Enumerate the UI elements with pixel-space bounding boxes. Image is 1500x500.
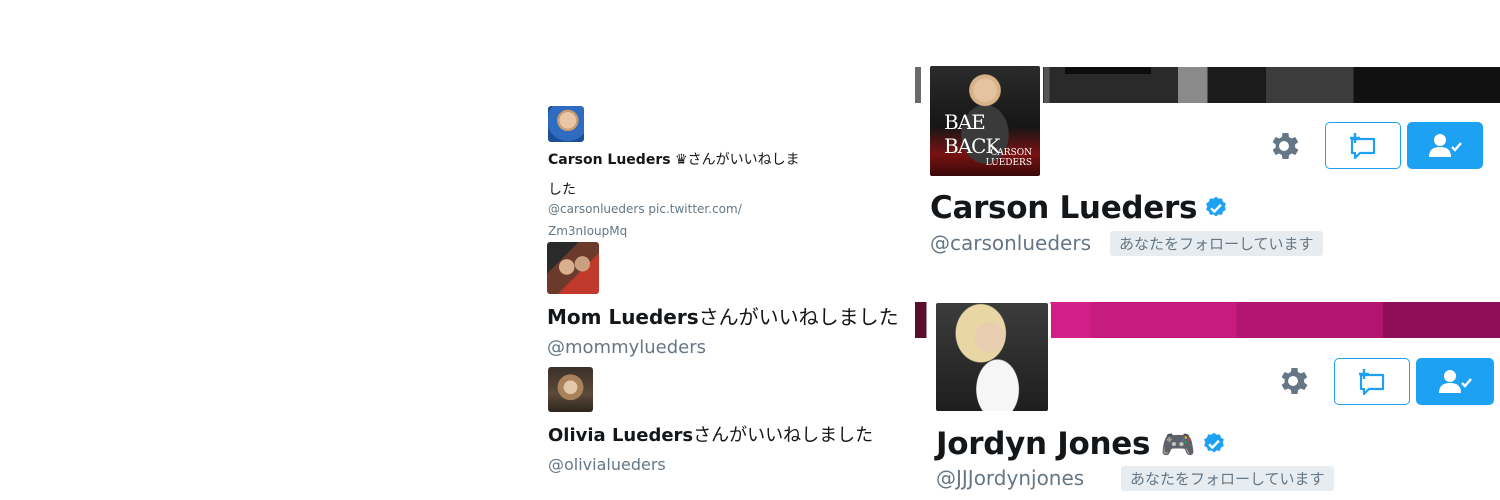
avatar-carson-lueders[interactable] — [548, 106, 584, 142]
profile-name-text: Carson Lueders — [930, 190, 1198, 226]
like-action-text: さんがいいねしま — [687, 152, 800, 168]
following-user-check-icon — [1429, 133, 1462, 157]
user-name[interactable]: Olivia Lueders — [548, 425, 693, 446]
follows-you-badge: あなたをフォローしています — [1121, 466, 1334, 491]
follows-you-badge: あなたをフォローしています — [1110, 231, 1323, 256]
profile-name: Carson Lueders — [930, 190, 1229, 226]
gear-icon[interactable] — [1266, 128, 1302, 164]
like-action-text: さんがいいねしました — [693, 425, 874, 446]
avatar-olivia-lueders[interactable] — [548, 367, 593, 412]
profile-avatar-carson[interactable]: BAE BACK CARSON LUEDERS — [927, 63, 1043, 179]
like-notification-mom: Mom Luedersさんがいいねしました — [547, 301, 899, 330]
following-user-check-icon — [1439, 369, 1472, 393]
like-notification-carson: Carson Lueders ♛さんがいいねしま — [548, 149, 800, 169]
avatar-artist-text: CARSON LUEDERS — [985, 148, 1032, 168]
user-name[interactable]: Carson Lueders — [548, 152, 671, 168]
gear-icon[interactable] — [1275, 363, 1311, 399]
like-notification-olivia: Olivia Luedersさんがいいねしました — [548, 421, 873, 447]
banner-decoration — [1065, 67, 1151, 74]
profile-name-text: Jordyn Jones — [936, 426, 1151, 462]
following-button[interactable] — [1416, 358, 1494, 405]
profile-avatar-jordyn[interactable] — [933, 300, 1051, 414]
following-button[interactable] — [1407, 122, 1483, 169]
tweet-link[interactable]: Zm3nIoupMq — [548, 224, 627, 238]
add-to-list-icon — [1350, 132, 1376, 159]
user-handle[interactable]: @olivialueders — [548, 455, 666, 474]
tweet-text[interactable]: @carsonlueders pic.twitter.com/ — [548, 202, 742, 216]
verified-badge-icon — [1204, 432, 1225, 453]
add-to-list-button[interactable] — [1325, 122, 1401, 169]
add-to-list-button[interactable] — [1334, 358, 1410, 405]
like-action-text: さんがいいねしました — [698, 305, 899, 329]
verified-badge-icon — [1206, 196, 1227, 217]
user-name[interactable]: Mom Lueders — [547, 305, 699, 329]
add-to-list-icon — [1359, 368, 1385, 395]
user-handle[interactable]: @mommylueders — [547, 337, 706, 358]
game-controller-icon: 🎮 — [1160, 428, 1196, 461]
avatar-mom-lueders[interactable] — [547, 242, 599, 294]
profile-handle[interactable]: @carsonlueders — [930, 231, 1091, 255]
profile-handle[interactable]: @JJJordynjones — [936, 466, 1084, 490]
crown-icon: ♛ — [675, 152, 688, 168]
profile-name: Jordyn Jones 🎮 — [936, 426, 1227, 462]
like-action-text-continued: した — [548, 182, 576, 198]
